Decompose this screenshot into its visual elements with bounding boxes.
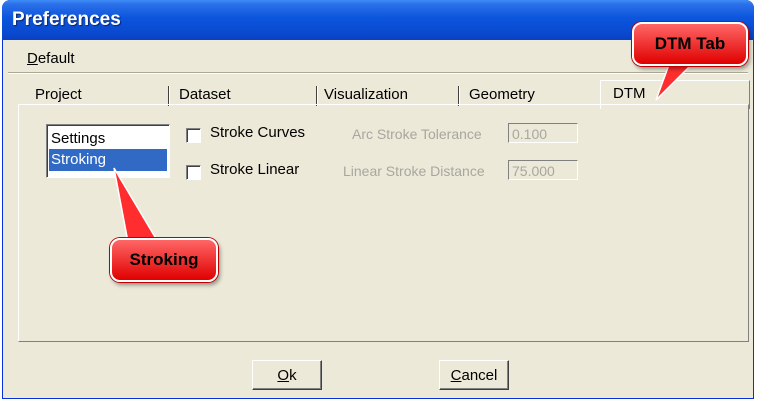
stroking-callout-text: Stroking bbox=[129, 250, 199, 269]
stroking-callout-pointer bbox=[113, 167, 160, 243]
dtm-tab-callout-pointer bbox=[655, 61, 696, 101]
dtm-tab-callout-text: DTM Tab bbox=[654, 34, 726, 53]
stroking-callout: Stroking bbox=[110, 238, 218, 282]
dtm-tab-callout: DTM Tab bbox=[632, 22, 748, 66]
